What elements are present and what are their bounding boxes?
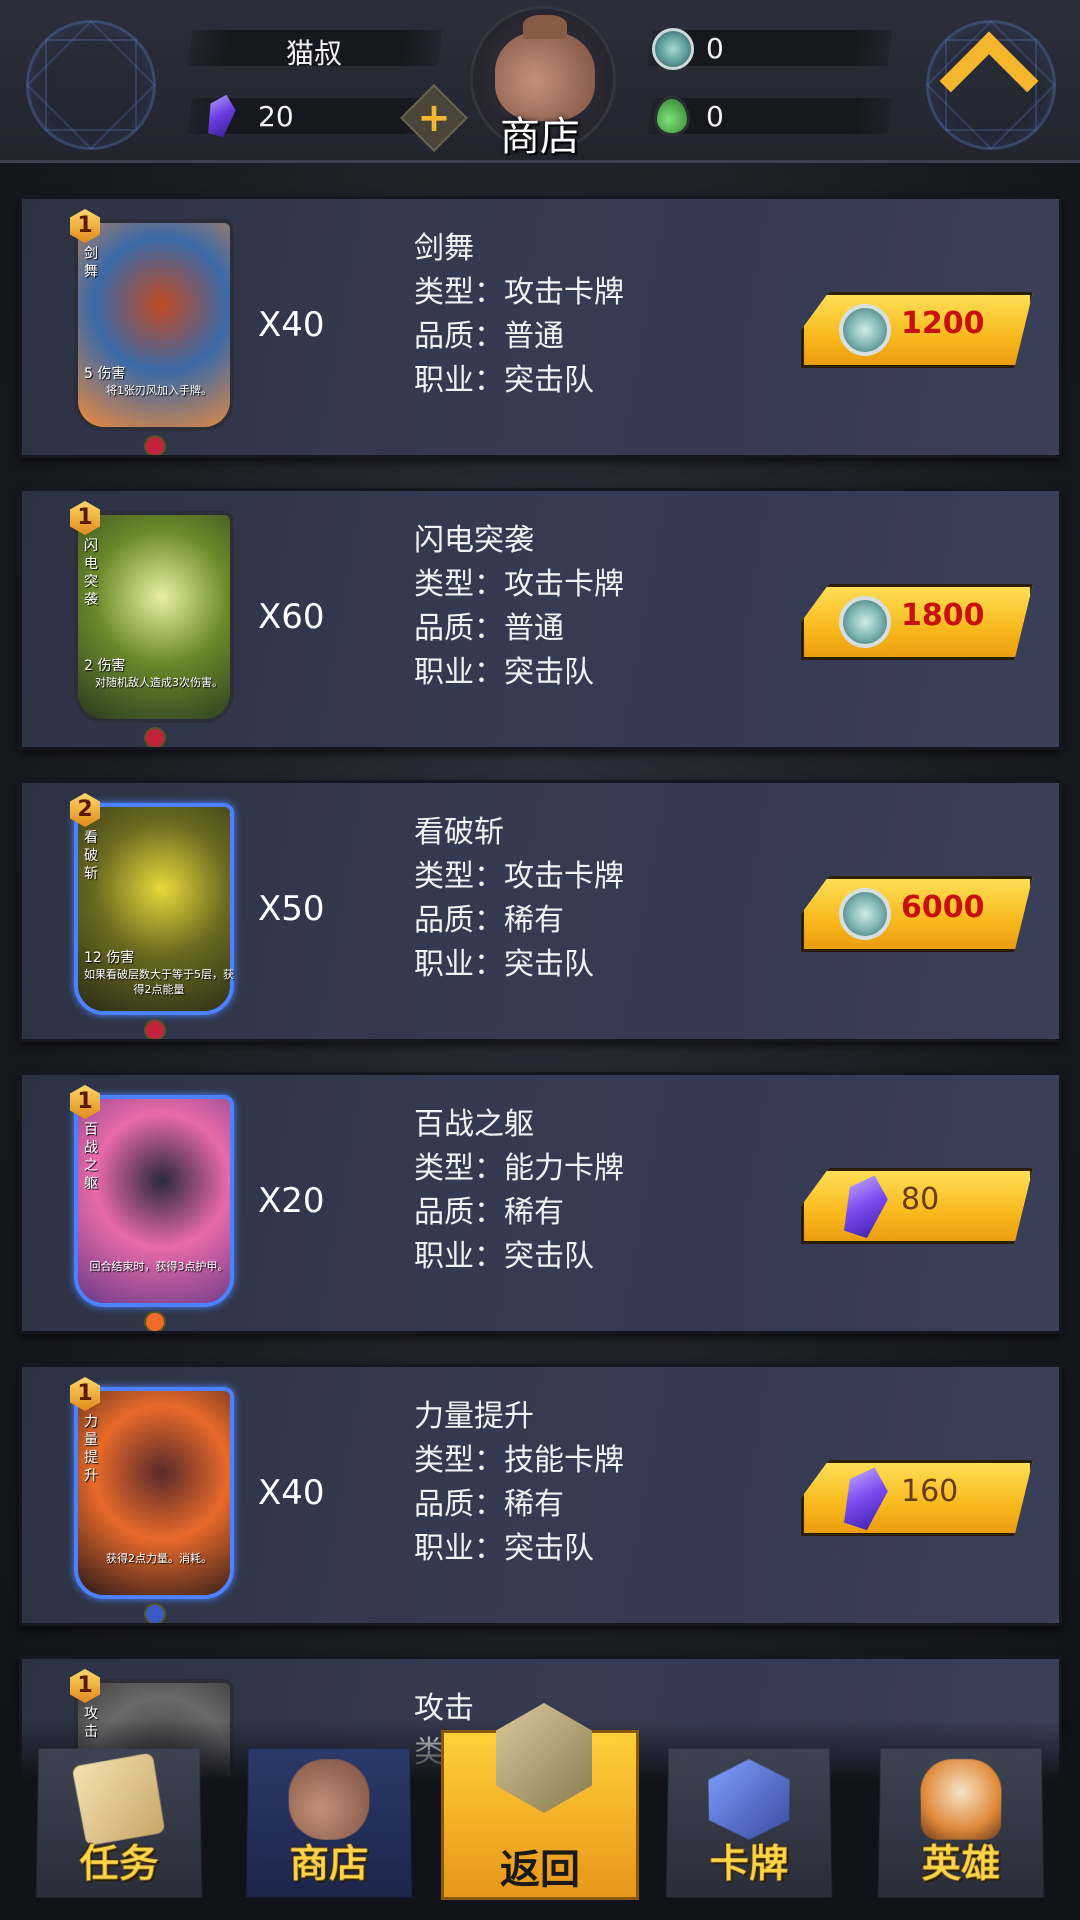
- shop-item-row: 1 剑舞 5 伤害 将1张刃风加入手牌。 X40 剑舞 类型：攻击卡牌 品质：普…: [19, 196, 1062, 458]
- item-class: 职业：突击队: [414, 363, 594, 398]
- price-value: 160: [901, 1474, 959, 1509]
- card-name: 百战之躯: [84, 1122, 98, 1192]
- return-button[interactable]: [939, 31, 1039, 131]
- card-damage: 5 伤害: [84, 366, 126, 382]
- item-quality: 品质：普通: [414, 319, 564, 354]
- item-class: 职业：突击队: [414, 947, 594, 982]
- green-drop-icon: [654, 96, 690, 136]
- buy-button[interactable]: 1800: [801, 584, 1033, 660]
- price-value: 6000: [901, 890, 985, 925]
- card-name: 剑舞: [84, 246, 98, 280]
- item-name: 力量提升: [414, 1399, 534, 1434]
- nav-quests-label: 任务: [79, 1841, 159, 1887]
- card-description: 将1张刃风加入手牌。: [106, 384, 212, 397]
- item-type: 类型：能力卡牌: [414, 1151, 624, 1186]
- coin-icon: [839, 304, 891, 356]
- card-description: 回合结束时，获得3点护甲。: [89, 1260, 229, 1273]
- coin-icon: [652, 28, 694, 70]
- card-name: 力量提升: [84, 1414, 98, 1484]
- buy-button[interactable]: 6000: [801, 876, 1033, 952]
- item-type: 类型：攻击卡牌: [414, 567, 624, 602]
- back-arrow-icon: [939, 31, 1039, 131]
- item-type: 类型：技能卡牌: [414, 1443, 624, 1478]
- price-value: 1200: [901, 306, 985, 341]
- card-description: 如果看破层数大于等于5层，获得2点能量: [84, 968, 234, 996]
- card-class-icon: [144, 1603, 166, 1623]
- hero-portrait-icon: [920, 1759, 1002, 1840]
- item-quality: 品质：稀有: [414, 1487, 564, 1522]
- card-name: 闪电突袭: [84, 538, 98, 608]
- card-name: 看破斩: [84, 830, 98, 882]
- item-quantity: X40: [258, 305, 325, 345]
- page-title: 商店: [500, 114, 580, 160]
- card-description: 对随机敌人造成3次伤害。: [95, 676, 223, 689]
- coin-icon: [839, 596, 891, 648]
- crystal-count: 20: [258, 100, 294, 133]
- item-quantity: X20: [258, 1181, 325, 1221]
- green-currency-count: 0: [706, 100, 724, 133]
- buy-button[interactable]: 1200: [801, 292, 1033, 368]
- buy-button[interactable]: 160: [801, 1460, 1033, 1536]
- nav-quests[interactable]: 任务: [32, 1749, 207, 1898]
- item-name: 看破斩: [414, 815, 504, 850]
- add-crystals-button[interactable]: +: [400, 84, 468, 152]
- coin-count: 0: [706, 32, 724, 65]
- price-value: 80: [901, 1182, 940, 1217]
- crystal-icon: [836, 1169, 893, 1240]
- nav-back[interactable]: 返回: [441, 1703, 639, 1900]
- item-type: 类型：攻击卡牌: [414, 275, 624, 310]
- shop-bag-icon: [288, 1759, 370, 1840]
- coin-icon: [839, 888, 891, 940]
- card-damage: 12 伤害: [84, 950, 135, 966]
- nav-cards-label: 卡牌: [709, 1841, 789, 1887]
- shop-item-row: 2 看破斩 12 伤害 如果看破层数大于等于5层，获得2点能量 X50 看破斩 …: [19, 780, 1062, 1042]
- card-name: 攻击: [84, 1706, 98, 1740]
- item-name: 百战之躯: [414, 1107, 534, 1142]
- item-name: 闪电突袭: [414, 523, 534, 558]
- nav-back-label: 返回: [500, 1847, 580, 1893]
- card-crest-icon: [708, 1759, 790, 1840]
- nav-heroes-label: 英雄: [921, 1841, 1001, 1887]
- card-damage: 2 伤害: [84, 658, 126, 674]
- buy-button[interactable]: 80: [801, 1168, 1033, 1244]
- shop-item-row: 1 百战之躯 回合结束时，获得3点护甲。 X20 百战之躯 类型：能力卡牌 品质…: [19, 1072, 1062, 1334]
- nav-heroes[interactable]: 英雄: [874, 1749, 1049, 1898]
- card-description: 获得2点力量。消耗。: [106, 1552, 212, 1565]
- item-quantity: X40: [258, 1473, 325, 1513]
- item-name: 剑舞: [414, 231, 474, 266]
- item-quality: 品质：普通: [414, 611, 564, 646]
- card-class-icon: [144, 1019, 166, 1039]
- shop-item-row: 1 闪电突袭 2 伤害 对随机敌人造成3次伤害。 X60 闪电突袭 类型：攻击卡…: [19, 488, 1062, 750]
- item-quality: 品质：稀有: [414, 1195, 564, 1230]
- nav-cards[interactable]: 卡牌: [662, 1749, 837, 1898]
- top-bar: 猫叔 20 + 商店 0 0: [0, 0, 1080, 163]
- plus-icon: +: [417, 95, 451, 141]
- card-class-icon: [144, 1311, 166, 1331]
- shop-item-row: 1 力量提升 获得2点力量。消耗。 X40 力量提升 类型：技能卡牌 品质：稀有…: [19, 1364, 1062, 1626]
- card-class-icon: [144, 435, 166, 455]
- item-quality: 品质：稀有: [414, 903, 564, 938]
- item-class: 职业：突击队: [414, 655, 594, 690]
- magic-circle-icon: [26, 20, 156, 150]
- item-class: 职业：突击队: [414, 1239, 594, 1274]
- item-quantity: X60: [258, 597, 325, 637]
- nav-shop-label: 商店: [289, 1841, 369, 1887]
- item-quantity: X50: [258, 889, 325, 929]
- crystal-icon: [836, 1461, 893, 1532]
- player-name: 猫叔: [286, 37, 343, 70]
- item-type: 类型：攻击卡牌: [414, 859, 624, 894]
- nav-shop[interactable]: 商店: [242, 1749, 417, 1898]
- item-class: 职业：突击队: [414, 1531, 594, 1566]
- card-class-icon: [144, 727, 166, 747]
- price-value: 1800: [901, 598, 985, 633]
